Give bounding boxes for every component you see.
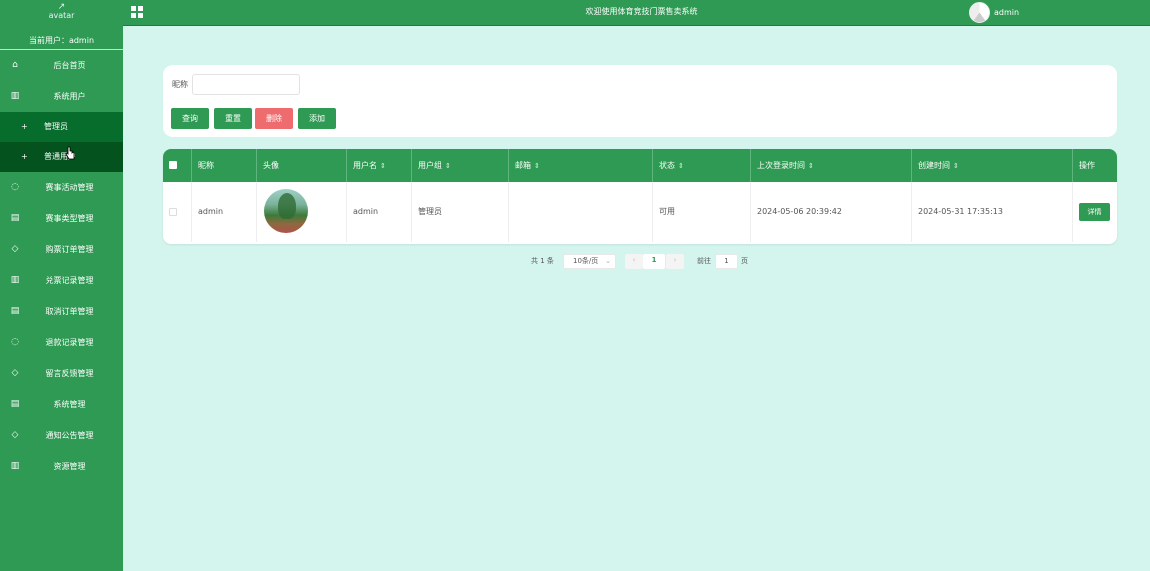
sort-icon[interactable]: ⇕ <box>445 162 451 170</box>
sort-icon[interactable]: ⇕ <box>808 162 814 170</box>
sidebar: ↗ avatar 当前用户：admin ⌂ 后台首页 ▥ 系统用户 + 管理员 … <box>0 0 123 571</box>
col-avatar: 头像 <box>257 149 347 182</box>
sidebar-item-notices[interactable]: ◇ 通知公告管理 <box>0 420 123 451</box>
next-page-button[interactable]: › <box>666 254 684 269</box>
sidebar-item-resources[interactable]: ▥ 资源管理 <box>0 451 123 482</box>
users-table: 昵称 头像 用户名 ⇕ 用户组 ⇕ 邮箱 ⇕ 状态 ⇕ 上次登录时间 ⇕ 创建时间 ⇕ 操作… <box>163 149 1117 244</box>
search-panel: 昵称 查询 重置 删除 添加 <box>163 65 1117 137</box>
nickname-input[interactable] <box>192 74 300 95</box>
col-group[interactable]: 用户组 ⇕ <box>412 149 509 182</box>
sidebar-item-event-types[interactable]: ▤ 赛事类型管理 <box>0 203 123 234</box>
table-header: 昵称 头像 用户名 ⇕ 用户组 ⇕ 邮箱 ⇕ 状态 ⇕ 上次登录时间 ⇕ 创建时间 ⇕ 操作 <box>163 149 1117 182</box>
sort-icon[interactable]: ⇕ <box>380 162 386 170</box>
col-username[interactable]: 用户名 ⇕ <box>347 149 412 182</box>
delete-button[interactable]: 删除 <box>255 108 293 129</box>
cell-username: admin <box>347 182 412 242</box>
col-nickname: 昵称 <box>192 149 257 182</box>
sidebar-item-feedback[interactable]: ◇ 留言反馈管理 <box>0 358 123 389</box>
pagination-total: 共 1 条 <box>531 257 554 265</box>
top-header: 欢迎使用体育竞技门票售卖系统 admin <box>123 0 1150 26</box>
sidebar-item-cancel-orders[interactable]: ▤ 取消订单管理 <box>0 296 123 327</box>
query-button[interactable]: 查询 <box>171 108 209 129</box>
sidebar-avatar-alt: avatar <box>48 11 75 20</box>
sidebar-item-redeem-records[interactable]: ▥ 兑票记录管理 <box>0 265 123 296</box>
col-last-login[interactable]: 上次登录时间 ⇕ <box>751 149 912 182</box>
avatar[interactable] <box>969 2 990 23</box>
col-status[interactable]: 状态 ⇕ <box>653 149 751 182</box>
page-unit-label: 页 <box>741 257 748 265</box>
plus-icon: + <box>21 122 28 131</box>
table-row: admin admin 管理员 可用 2024-05-06 20:39:42 2… <box>163 182 1117 242</box>
sidebar-item-refunds[interactable]: ◌ 退款记录管理 <box>0 327 123 358</box>
current-user-label: 当前用户：admin <box>0 32 123 50</box>
col-action: 操作 <box>1079 161 1095 170</box>
col-email[interactable]: 邮箱 ⇕ <box>509 149 653 182</box>
reset-button[interactable]: 重置 <box>214 108 252 129</box>
chevron-right-icon: › <box>673 256 677 264</box>
sidebar-item-events[interactable]: ◌ 赛事活动管理 <box>0 172 123 203</box>
row-select-cell <box>163 182 192 242</box>
select-all-checkbox[interactable] <box>169 161 177 169</box>
chevron-down-icon: ⌄ <box>605 257 611 265</box>
sidebar-item-ticket-orders[interactable]: ◇ 购票订单管理 <box>0 234 123 265</box>
row-checkbox[interactable] <box>169 208 177 216</box>
goto-label: 前往 <box>697 257 711 265</box>
user-avatar-image <box>264 189 308 233</box>
sidebar-subitem-normal-users[interactable]: + 普通用户 <box>0 142 123 172</box>
chevron-left-icon: ‹ <box>632 256 636 264</box>
sidebar-item-home[interactable]: ⌂ 后台首页 <box>0 50 123 81</box>
goto-page-input[interactable]: 1 <box>715 254 738 269</box>
page-size-select[interactable]: 10条/页 ⌄ <box>563 254 616 269</box>
header-username[interactable]: admin <box>994 0 1019 26</box>
cell-created: 2024-05-31 17:35:13 <box>912 182 1073 242</box>
cell-group: 管理员 <box>412 182 509 242</box>
cell-nickname: admin <box>192 182 257 242</box>
broken-image-icon: ↗ <box>57 2 66 12</box>
select-all-cell <box>163 149 192 182</box>
hand-cursor-icon <box>65 146 75 160</box>
sidebar-avatar: ↗ avatar <box>0 0 123 32</box>
page-1-button[interactable]: 1 <box>643 254 665 269</box>
sort-icon[interactable]: ⇕ <box>678 162 684 170</box>
plus-icon: + <box>21 152 28 161</box>
sidebar-item-system[interactable]: ▤ 系统管理 <box>0 389 123 420</box>
col-created[interactable]: 创建时间 ⇕ <box>912 149 1073 182</box>
add-button[interactable]: 添加 <box>298 108 336 129</box>
cell-status: 可用 <box>653 182 751 242</box>
cell-avatar <box>257 182 347 242</box>
cell-email <box>509 182 653 242</box>
nickname-label: 昵称 <box>172 80 188 89</box>
system-users-submenu: + 管理员 + 普通用户 <box>0 112 123 172</box>
sidebar-subitem-admin[interactable]: + 管理员 <box>0 112 123 142</box>
prev-page-button[interactable]: ‹ <box>625 254 643 269</box>
sort-icon[interactable]: ⇕ <box>534 162 540 170</box>
cell-last-login: 2024-05-06 20:39:42 <box>751 182 912 242</box>
detail-button[interactable]: 详情 <box>1079 203 1110 221</box>
sort-icon[interactable]: ⇕ <box>953 162 959 170</box>
sidebar-item-system-users[interactable]: ▥ 系统用户 <box>0 81 123 112</box>
